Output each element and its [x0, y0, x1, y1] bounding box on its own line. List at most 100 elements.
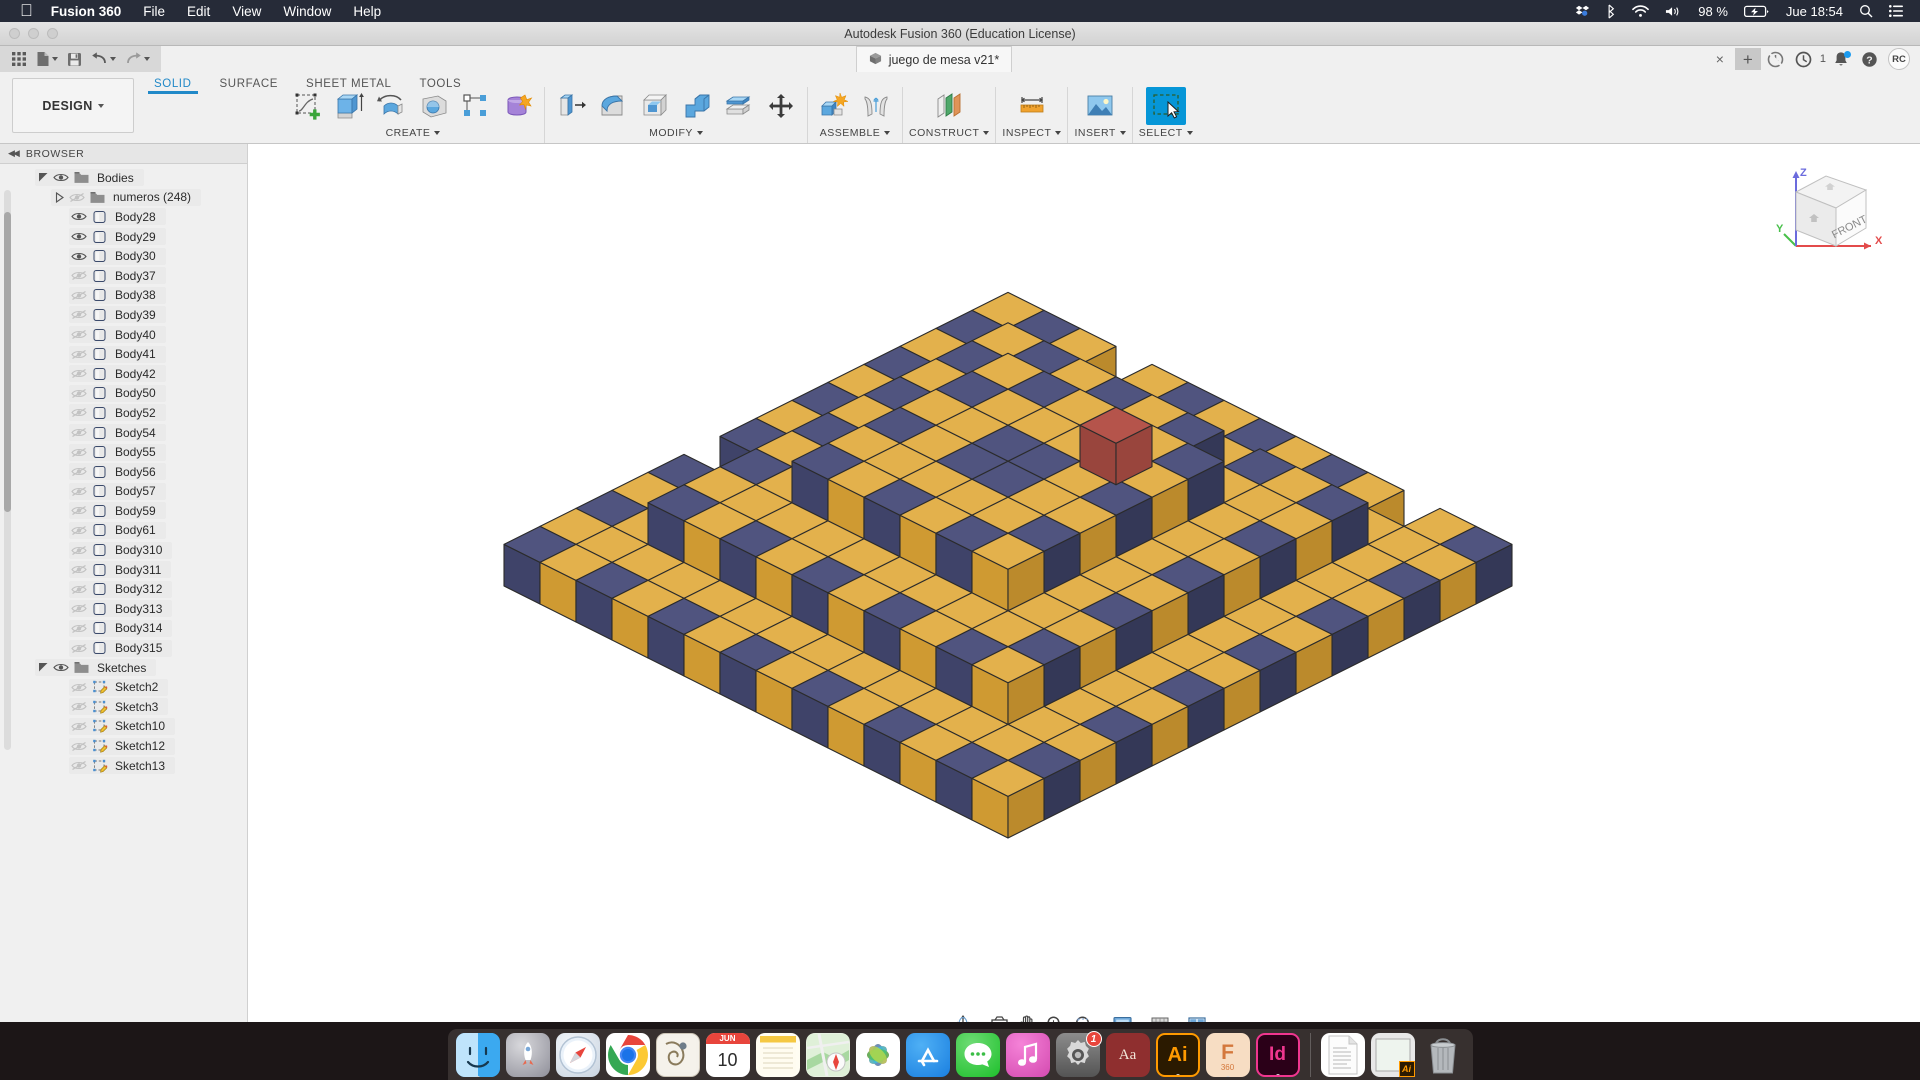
- dock-item-safari[interactable]: [555, 1033, 600, 1077]
- new-file-caret-icon[interactable]: [52, 57, 58, 61]
- visibility-eye-off-icon[interactable]: [69, 721, 89, 732]
- create-caret-icon[interactable]: [434, 131, 441, 135]
- panel-label-inspect[interactable]: INSPECT: [1002, 127, 1062, 139]
- insert-caret-icon[interactable]: [1119, 131, 1126, 135]
- dock-item-finder[interactable]: [455, 1033, 500, 1077]
- expand-bodies-icon[interactable]: [35, 172, 51, 183]
- combine-icon[interactable]: [677, 87, 717, 125]
- visibility-eye-off-icon[interactable]: [69, 290, 89, 301]
- expand-folder-icon[interactable]: [51, 191, 67, 203]
- visibility-eye-off-icon[interactable]: [69, 525, 89, 536]
- press-pull-icon[interactable]: [551, 87, 591, 125]
- dock-item-photos[interactable]: [855, 1033, 900, 1077]
- user-avatar[interactable]: RC: [1888, 48, 1910, 70]
- tree-node-body[interactable]: Body314: [0, 619, 247, 639]
- visibility-eye-off-icon[interactable]: [69, 349, 89, 360]
- dock-item-indesign[interactable]: Id: [1255, 1033, 1300, 1077]
- visibility-eye-off-icon[interactable]: [69, 329, 89, 340]
- menu-bar-clock[interactable]: Jue 18:54: [1786, 4, 1843, 19]
- visibility-eye-icon[interactable]: [69, 251, 89, 262]
- dock-item-system-preferences[interactable]: 1: [1055, 1031, 1102, 1077]
- tree-node-sketch[interactable]: Sketch10: [0, 717, 247, 737]
- tree-node-body[interactable]: Body54: [0, 423, 247, 443]
- menu-file[interactable]: File: [143, 4, 165, 19]
- visibility-eye-icon[interactable]: [69, 231, 89, 242]
- redo-button[interactable]: [122, 50, 153, 68]
- save-button[interactable]: [64, 50, 85, 69]
- close-tab-button[interactable]: ×: [1707, 48, 1733, 70]
- 3d-viewport[interactable]: X Y Z FRONT: [248, 144, 1920, 1044]
- tree-node-sketch[interactable]: Sketch13: [0, 756, 247, 776]
- offset-plane-icon[interactable]: [929, 87, 969, 125]
- tree-node-body[interactable]: Body39: [0, 305, 247, 325]
- visibility-eye-off-icon[interactable]: [69, 447, 89, 458]
- modify-caret-icon[interactable]: [696, 131, 703, 135]
- tree-node-body[interactable]: Body55: [0, 442, 247, 462]
- visibility-eye-off-icon[interactable]: [69, 603, 89, 614]
- control-center-icon[interactable]: [1889, 5, 1904, 17]
- tree-node-sketches[interactable]: Sketches: [0, 658, 247, 678]
- tree-node-body[interactable]: Body61: [0, 521, 247, 541]
- visibility-eye-off-icon[interactable]: [69, 486, 89, 497]
- assemble-caret-icon[interactable]: [884, 131, 891, 135]
- insert-image-icon[interactable]: [1080, 87, 1120, 125]
- wifi-icon[interactable]: [1632, 4, 1650, 18]
- measure-icon[interactable]: [1012, 87, 1052, 125]
- dock-item-document[interactable]: [1320, 1033, 1365, 1077]
- expand-sketches-icon[interactable]: [35, 662, 51, 673]
- visibility-eye-off-icon[interactable]: [69, 760, 89, 771]
- tree-node-body[interactable]: numeros (248): [0, 188, 247, 208]
- model-graphic[interactable]: [248, 144, 1920, 964]
- joint-icon[interactable]: [856, 87, 896, 125]
- dock-item-app-store[interactable]: [905, 1033, 950, 1077]
- dock-item-dictionary[interactable]: Aa: [1105, 1033, 1150, 1077]
- tree-node-body[interactable]: Body313: [0, 599, 247, 619]
- visibility-eye-off-icon[interactable]: [69, 368, 89, 379]
- visibility-eye-icon[interactable]: [69, 211, 89, 222]
- dock-item-trash[interactable]: [1421, 1033, 1465, 1077]
- new-file-button[interactable]: [33, 49, 61, 69]
- tree-node-body[interactable]: Body30: [0, 246, 247, 266]
- visibility-eye-icon[interactable]: [51, 172, 71, 183]
- undo-button[interactable]: [88, 50, 119, 68]
- show-data-panel-button[interactable]: [8, 49, 30, 69]
- tree-node-body[interactable]: Body315: [0, 638, 247, 658]
- dock-item-illustrator-file[interactable]: Ai: [1370, 1033, 1415, 1077]
- tree-node-body[interactable]: Body37: [0, 266, 247, 286]
- dropbox-icon[interactable]: [1575, 4, 1590, 18]
- tree-node-body[interactable]: Body50: [0, 384, 247, 404]
- visibility-eye-off-icon[interactable]: [69, 584, 89, 595]
- visibility-eye-off-icon[interactable]: [69, 309, 89, 320]
- document-tab[interactable]: juego de mesa v21*: [855, 46, 1013, 72]
- visibility-eye-off-icon[interactable]: [69, 701, 89, 712]
- browser-scrollbar-thumb[interactable]: [4, 212, 11, 512]
- tree-node-body[interactable]: Body311: [0, 560, 247, 580]
- tree-node-body[interactable]: Body52: [0, 403, 247, 423]
- view-cube[interactable]: X Y Z FRONT: [1774, 162, 1884, 258]
- visibility-eye-off-icon[interactable]: [69, 623, 89, 634]
- refresh-icon[interactable]: [1763, 48, 1789, 70]
- workspace-caret-icon[interactable]: [97, 103, 104, 108]
- shell-icon[interactable]: [635, 87, 675, 125]
- inspect-caret-icon[interactable]: [1055, 131, 1062, 135]
- browser-scrollbar[interactable]: [4, 190, 11, 750]
- bluetooth-icon[interactable]: [1606, 4, 1616, 19]
- volume-icon[interactable]: [1665, 5, 1682, 18]
- visibility-eye-off-icon[interactable]: [69, 741, 89, 752]
- visibility-eye-off-icon[interactable]: [69, 270, 89, 281]
- menu-window[interactable]: Window: [283, 4, 331, 19]
- new-component-icon[interactable]: [814, 87, 854, 125]
- dock-item-mail[interactable]: [655, 1033, 700, 1077]
- apple-menu-icon[interactable]: : [20, 2, 33, 19]
- tree-node-body[interactable]: Body41: [0, 344, 247, 364]
- visibility-eye-off-icon[interactable]: [69, 564, 89, 575]
- tab-sheet-metal[interactable]: SHEET METAL: [292, 76, 405, 94]
- visibility-eye-off-icon[interactable]: [69, 505, 89, 516]
- visibility-eye-off-icon[interactable]: [69, 643, 89, 654]
- redo-caret-icon[interactable]: [144, 57, 150, 61]
- visibility-eye-off-icon[interactable]: [69, 682, 89, 693]
- select-window-icon[interactable]: [1145, 87, 1186, 125]
- visibility-eye-off-icon[interactable]: [69, 545, 89, 556]
- panel-label-modify[interactable]: MODIFY: [649, 127, 703, 139]
- menu-app-name[interactable]: Fusion 360: [51, 4, 122, 19]
